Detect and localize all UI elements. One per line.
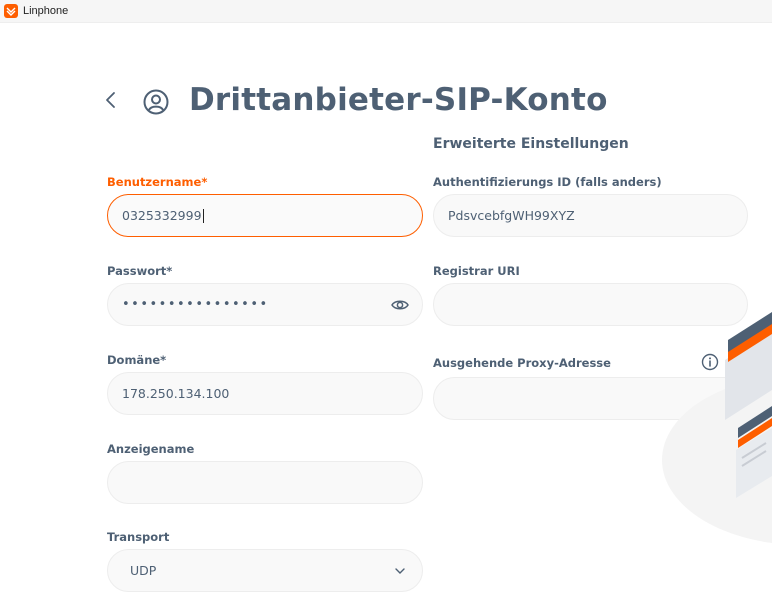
auth-id-field[interactable]: PdsvcebfgWH99XYZ	[433, 194, 748, 237]
username-value: 0325332999	[122, 208, 202, 223]
back-button[interactable]	[103, 89, 119, 111]
password-label: Passwort*	[107, 264, 173, 278]
display-name-field[interactable]	[107, 461, 423, 504]
password-visibility-toggle[interactable]	[390, 296, 410, 314]
domain-value: 178.250.134.100	[122, 386, 230, 401]
username-label: Benutzername*	[107, 175, 208, 189]
username-field[interactable]: 0325332999	[107, 194, 423, 237]
page-title: Drittanbieter-SIP-Konto	[189, 82, 608, 118]
window-titlebar: Linphone	[0, 0, 772, 23]
chevron-left-icon	[106, 92, 115, 108]
decorative-illustration	[662, 300, 772, 560]
text-caret	[202, 208, 204, 223]
registrar-uri-label: Registrar URI	[433, 264, 520, 278]
auth-id-value: PdsvcebfgWH99XYZ	[448, 208, 575, 223]
outbound-proxy-label: Ausgehende Proxy-Adresse	[433, 356, 611, 370]
advanced-settings-title: Erweiterte Einstellungen	[433, 136, 629, 152]
domain-label: Domäne*	[107, 353, 167, 367]
password-field[interactable]: ••••••••••••••••	[107, 283, 423, 326]
display-name-label: Anzeigename	[107, 442, 195, 456]
window-title: Linphone	[23, 5, 69, 17]
auth-id-label: Authentifizierungs ID (falls anders)	[433, 175, 662, 189]
transport-label: Transport	[107, 530, 170, 544]
chevron-down-icon	[395, 568, 405, 574]
domain-field[interactable]: 178.250.134.100	[107, 372, 423, 415]
eye-icon	[391, 300, 409, 310]
linphone-logo-icon	[4, 4, 18, 18]
password-masked-value: ••••••••••••••••	[122, 297, 269, 312]
transport-selected-value: UDP	[130, 563, 157, 578]
user-circle-icon	[142, 88, 170, 116]
transport-select[interactable]: UDP	[107, 549, 423, 592]
